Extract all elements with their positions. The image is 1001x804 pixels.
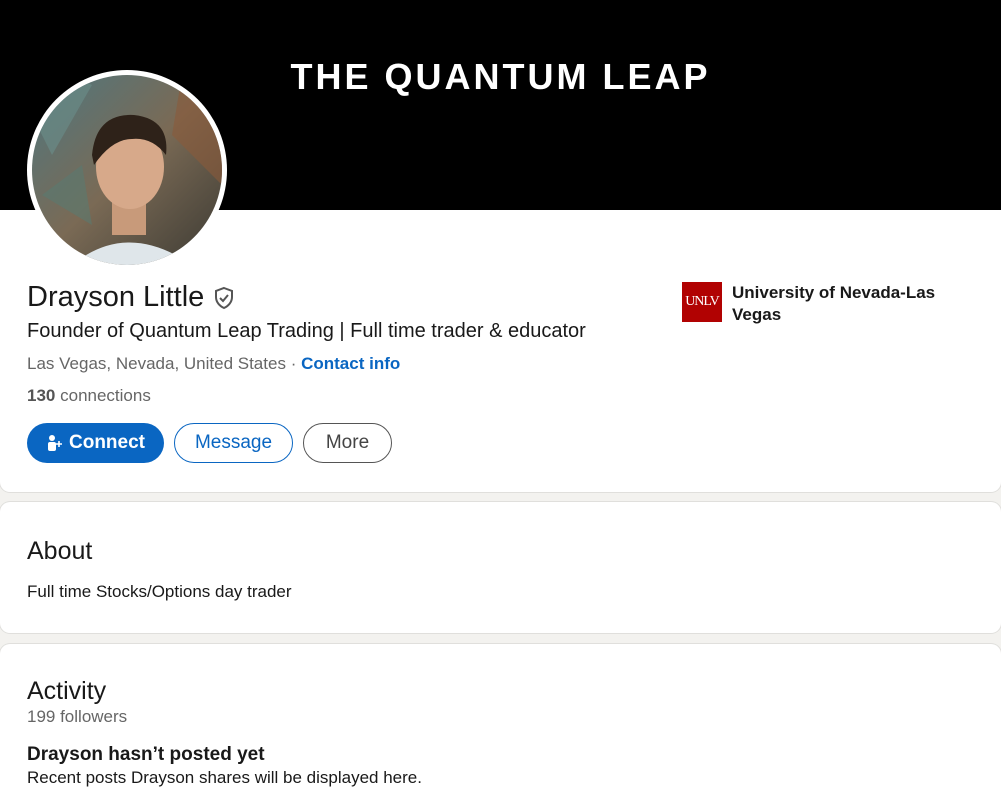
name-row: Drayson Little [27, 281, 236, 314]
add-person-icon [48, 435, 62, 451]
education-link[interactable]: UNLV University of Nevada-Las Vegas [682, 282, 952, 326]
more-button[interactable]: More [303, 423, 392, 463]
profile-avatar[interactable] [27, 70, 227, 270]
about-text: Full time Stocks/Options day trader [27, 582, 292, 601]
profile-top-card: THE QUANTUM LEAP Drayson Little Founder … [0, 0, 1001, 492]
empty-activity-text: Recent posts Drayson shares will be disp… [27, 768, 422, 787]
connections-count[interactable]: 130 connections [27, 386, 151, 406]
empty-activity-title: Drayson hasn’t posted yet [27, 744, 265, 765]
location-separator: · [290, 354, 297, 373]
connect-label: Connect [69, 432, 145, 453]
unlv-logo: UNLV [682, 282, 722, 322]
connections-label: connections [60, 386, 151, 405]
profile-name: Drayson Little [27, 281, 205, 313]
location-row: Las Vegas, Nevada, United States · Conta… [27, 354, 400, 374]
profile-location: Las Vegas, Nevada, United States [27, 354, 286, 373]
activity-section: Activity 199 followers Drayson hasn’t po… [0, 644, 1001, 804]
profile-actions: Connect Message More [27, 423, 392, 463]
message-button[interactable]: Message [174, 423, 293, 463]
connections-number: 130 [27, 386, 56, 405]
followers-count[interactable]: 199 followers [27, 707, 127, 727]
contact-info-link[interactable]: Contact info [301, 354, 400, 373]
profile-headline: Founder of Quantum Leap Trading | Full t… [27, 320, 586, 342]
connect-button[interactable]: Connect [27, 423, 164, 463]
about-title: About [27, 537, 93, 565]
verified-shield-icon[interactable] [212, 286, 236, 310]
about-section: About Full time Stocks/Options day trade… [0, 502, 1001, 633]
school-name: University of Nevada-Las Vegas [732, 283, 936, 324]
activity-title: Activity [27, 677, 107, 705]
